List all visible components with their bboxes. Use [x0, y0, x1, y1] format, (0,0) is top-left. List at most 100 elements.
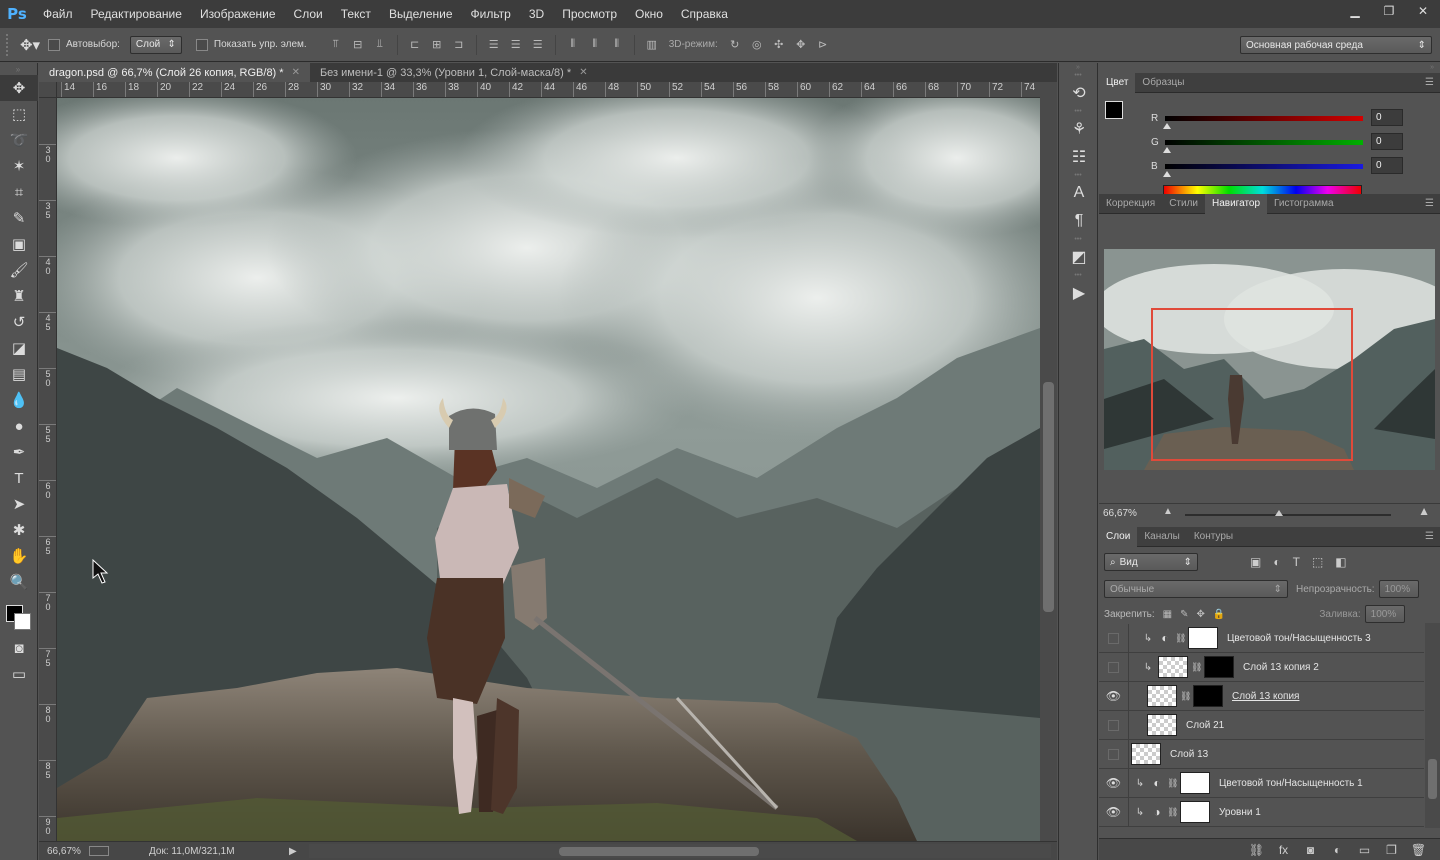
color-swatches[interactable] — [0, 595, 38, 635]
distribute-hcenter-icon[interactable]: ⦀ — [584, 36, 606, 54]
layer-name[interactable]: Слой 13 копия 2 — [1243, 662, 1319, 673]
strip-grip[interactable]: ••• — [1059, 171, 1097, 179]
strip-grip[interactable]: ••• — [1059, 71, 1097, 79]
tab-channels[interactable]: Каналы — [1137, 527, 1187, 547]
history-brush-tool-icon[interactable]: ↺ — [0, 309, 38, 335]
layer-name[interactable]: Уровни 1 — [1219, 807, 1261, 818]
lasso-tool-icon[interactable]: ➰ — [0, 127, 38, 153]
navigator-view-box[interactable] — [1151, 308, 1353, 461]
chain-icon[interactable]: ⛓ — [1167, 807, 1178, 818]
chain-icon[interactable]: ⛓ — [1167, 778, 1178, 789]
layer-name[interactable]: Цветовой тон/Насыщенность 1 — [1219, 778, 1363, 789]
ruler-horizontal[interactable]: 14 16 18 20 22 24 26 28 30 32 34 36 38 40 42 44 46 48 50 52… — [57, 82, 1040, 98]
gradient-tool-icon[interactable]: ▤ — [0, 361, 38, 387]
layer-row[interactable]: Слой 13 — [1099, 739, 1424, 769]
zoom-in-icon[interactable]: ▲ — [1418, 504, 1430, 518]
strip-grip[interactable]: ••• — [1059, 235, 1097, 243]
menu-image[interactable]: Изображение — [191, 0, 285, 28]
filter-type-icon[interactable]: T — [1293, 555, 1300, 569]
slide-3d-icon[interactable]: ✥ — [790, 36, 812, 54]
ruler-origin[interactable] — [39, 82, 57, 98]
slider-knob[interactable] — [1163, 147, 1171, 153]
distribute-top-icon[interactable]: ☰ — [483, 36, 505, 54]
filter-adjustment-icon[interactable]: ◐ — [1273, 555, 1280, 569]
brush-tool-icon[interactable]: 🖌 — [0, 257, 38, 283]
zoom-out-icon[interactable]: ▲ — [1163, 506, 1173, 517]
visibility-toggle[interactable] — [1099, 652, 1129, 682]
panels-collapse-icon[interactable]: » — [1099, 63, 1440, 71]
menu-file[interactable]: Файл — [34, 0, 82, 28]
slider-track[interactable] — [1165, 164, 1363, 169]
status-icon[interactable] — [89, 846, 109, 856]
opacity-field[interactable]: 100% — [1378, 580, 1419, 598]
path-selection-tool-icon[interactable]: ➤ — [0, 491, 38, 517]
tab-navigator[interactable]: Навигатор — [1205, 193, 1268, 214]
tab-paths[interactable]: Контуры — [1187, 527, 1240, 547]
align-right-icon[interactable]: ⊐ — [448, 36, 470, 54]
slider-value[interactable]: 0 — [1371, 109, 1403, 126]
hand-tool-icon[interactable]: ✋ — [0, 543, 38, 569]
visibility-toggle[interactable] — [1099, 623, 1129, 653]
slider-value[interactable]: 0 — [1371, 157, 1403, 174]
rotate-3d-icon[interactable]: ↻ — [724, 36, 746, 54]
menu-filter[interactable]: Фильтр — [462, 0, 520, 28]
filter-shape-icon[interactable]: ⬚ — [1312, 555, 1323, 569]
dodge-tool-icon[interactable]: ● — [0, 413, 38, 439]
visibility-toggle[interactable] — [1099, 739, 1129, 769]
autoselect-checkbox[interactable]: Автовыбор: — [48, 38, 120, 51]
blur-tool-icon[interactable]: 💧 — [0, 387, 38, 413]
layers-scrollbar[interactable] — [1425, 623, 1440, 828]
layer-comps-panel-icon[interactable]: ◩ — [1059, 243, 1099, 271]
status-menu-arrow-icon[interactable]: ▶ — [289, 846, 303, 857]
document-canvas[interactable] — [57, 98, 1040, 841]
menu-view[interactable]: Просмотр — [553, 0, 626, 28]
new-group-icon[interactable]: ▭ — [1351, 843, 1378, 857]
slider-knob[interactable] — [1163, 123, 1171, 129]
foreground-color[interactable] — [1105, 101, 1123, 119]
chain-icon[interactable]: ⛓ — [1175, 633, 1186, 644]
close-icon[interactable]: ✕ — [292, 67, 300, 78]
panel-menu-icon[interactable]: ☰ — [1425, 531, 1434, 542]
quick-mask-icon[interactable]: ◙ — [0, 635, 38, 661]
magic-wand-tool-icon[interactable]: ✶ — [0, 153, 38, 179]
close-icon[interactable]: ✕ — [579, 67, 587, 78]
slider-g[interactable]: G 0 — [1149, 133, 1439, 157]
menu-window[interactable]: Окно — [626, 0, 672, 28]
brush-presets-panel-icon[interactable]: ⚘ — [1059, 115, 1099, 143]
minimize-button[interactable]: ▁ — [1338, 0, 1372, 22]
shape-tool-icon[interactable]: ✱ — [0, 517, 38, 543]
roll-3d-icon[interactable]: ◎ — [746, 36, 768, 54]
strip-grip[interactable]: ••• — [1059, 107, 1097, 115]
distribute-right-icon[interactable]: ⦀ — [606, 36, 628, 54]
layer-mask-thumbnail[interactable] — [1180, 772, 1210, 794]
slider-track[interactable] — [1165, 140, 1363, 145]
distribute-vcenter-icon[interactable]: ☰ — [505, 36, 527, 54]
background-color[interactable] — [14, 613, 31, 630]
eraser-tool-icon[interactable]: ◪ — [0, 335, 38, 361]
slider-knob[interactable] — [1275, 510, 1283, 516]
new-adjustment-icon[interactable]: ◐ — [1324, 843, 1351, 857]
menu-select[interactable]: Выделение — [380, 0, 462, 28]
show-controls-checkbox[interactable]: Показать упр. элем. — [195, 38, 307, 51]
align-left-icon[interactable]: ⊏ — [404, 36, 426, 54]
actions-panel-icon[interactable]: ▶ — [1059, 279, 1099, 307]
slider-track[interactable] — [1165, 116, 1363, 121]
visibility-toggle[interactable] — [1099, 710, 1129, 740]
align-hcenter-icon[interactable]: ⊞ — [426, 36, 448, 54]
navigator-zoom-slider[interactable] — [1185, 510, 1391, 516]
tab-styles[interactable]: Стили — [1162, 194, 1205, 214]
menu-type[interactable]: Текст — [332, 0, 380, 28]
clone-stamp-tool-icon[interactable]: ♜ — [0, 283, 38, 309]
strip-grip[interactable]: » — [1059, 63, 1097, 71]
menu-3d[interactable]: 3D — [520, 0, 553, 28]
scrollbar-thumb[interactable] — [1043, 382, 1054, 612]
crop-tool-icon[interactable]: ⌗ — [0, 179, 38, 205]
layer-thumbnail[interactable] — [1147, 714, 1177, 736]
layer-name[interactable]: Слой 13 — [1170, 749, 1208, 760]
layer-row[interactable]: ↳ ⛓ Слой 13 копия 2 — [1099, 652, 1424, 682]
layer-name[interactable]: Слой 21 — [1186, 720, 1224, 731]
tab-layers[interactable]: Слои — [1099, 526, 1138, 547]
move-tool-icon[interactable]: ✥ — [0, 75, 38, 101]
slider-r[interactable]: R 0 — [1149, 109, 1439, 133]
link-layers-icon[interactable]: ⛓ — [1243, 843, 1270, 857]
